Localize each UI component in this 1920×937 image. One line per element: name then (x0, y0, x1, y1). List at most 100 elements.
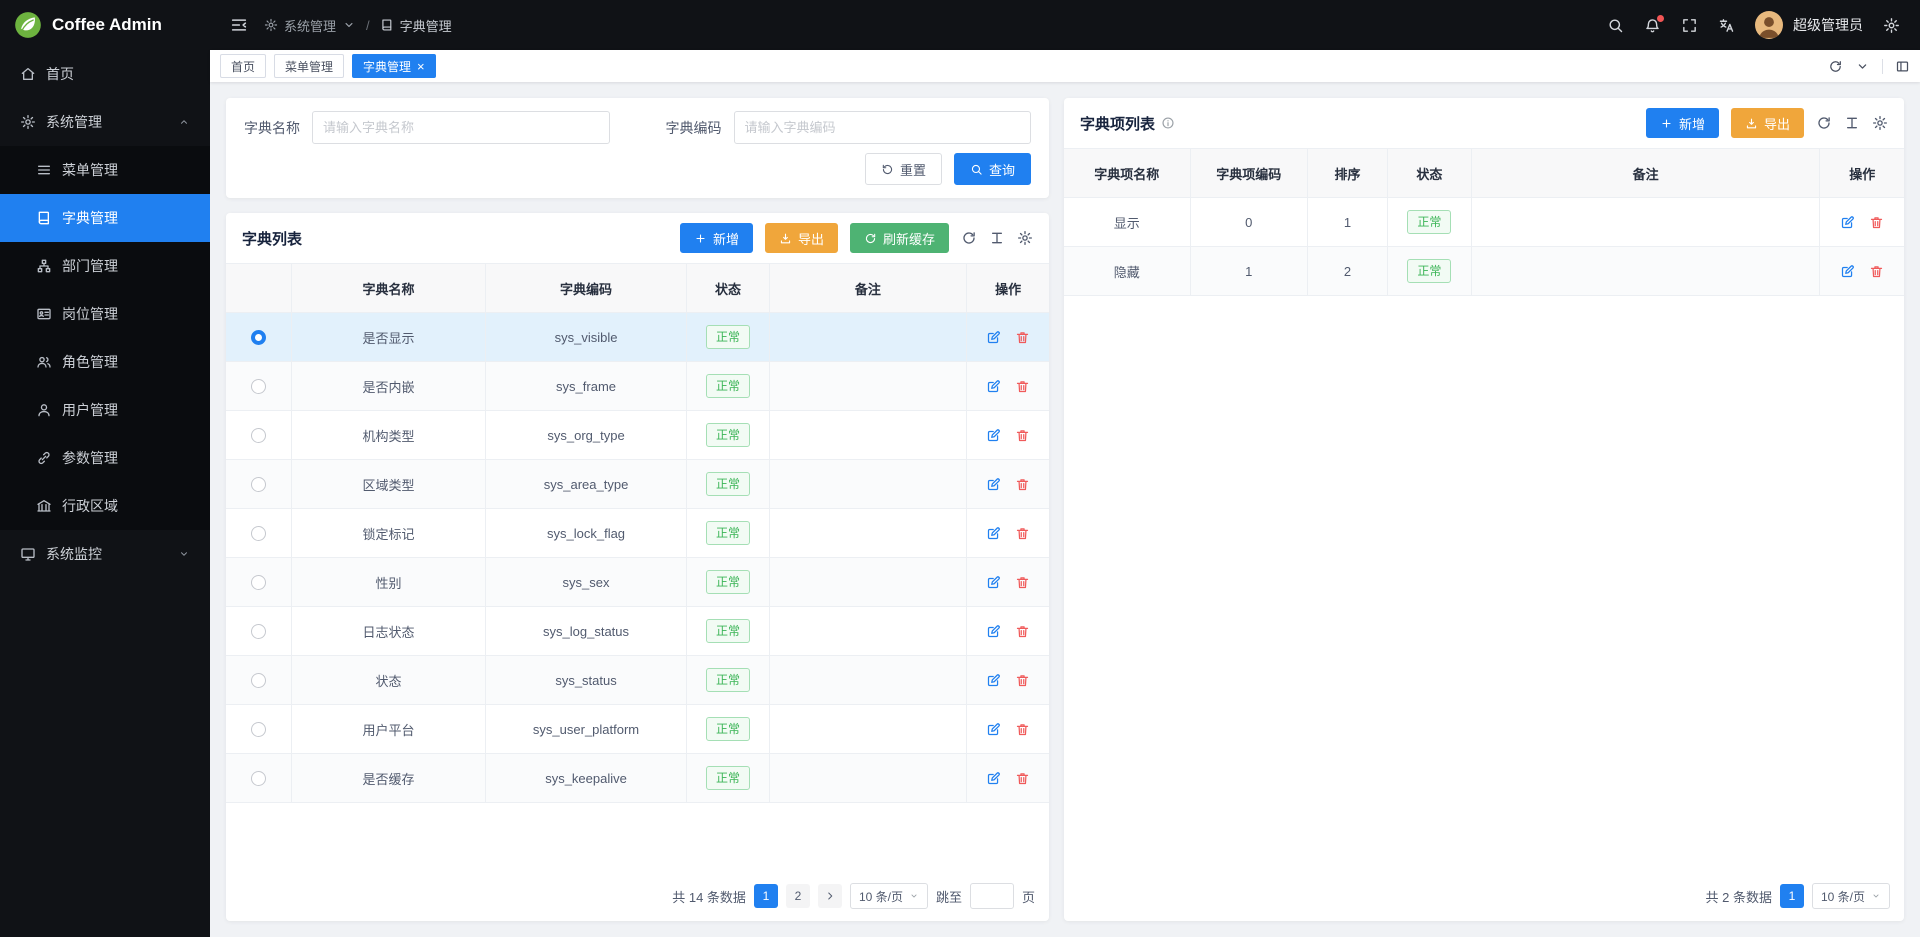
row-select-radio[interactable] (251, 575, 266, 590)
edit-icon[interactable] (1840, 215, 1855, 230)
edit-icon[interactable] (1840, 264, 1855, 279)
edit-icon[interactable] (986, 526, 1001, 541)
edit-icon[interactable] (986, 722, 1001, 737)
search-icon[interactable] (1607, 17, 1624, 34)
avatar[interactable] (1755, 11, 1783, 39)
dict-item-row[interactable]: 显示01正常 (1064, 198, 1904, 247)
export-button[interactable]: 导出 (765, 223, 838, 253)
row-select-radio[interactable] (251, 477, 266, 492)
edit-icon[interactable] (986, 771, 1001, 786)
delete-icon[interactable] (1015, 477, 1030, 492)
layout-expand-icon[interactable] (1895, 59, 1910, 74)
close-icon[interactable]: × (417, 60, 425, 73)
row-select-radio[interactable] (251, 526, 266, 541)
page-size-select[interactable]: 10 条/页 (850, 883, 928, 909)
density-icon[interactable] (989, 230, 1005, 246)
sidebar-item-region[interactable]: 行政区域 (0, 482, 210, 530)
reset-button[interactable]: 重置 (865, 153, 942, 185)
delete-icon[interactable] (1015, 673, 1030, 688)
chevron-down-icon[interactable] (1855, 59, 1870, 74)
dict-table-row[interactable]: 是否缓存sys_keepalive正常 (226, 754, 1049, 803)
delete-icon[interactable] (1869, 215, 1884, 230)
dict-table-row[interactable]: 区域类型sys_area_type正常 (226, 460, 1049, 509)
status-badge: 正常 (706, 521, 750, 545)
add-button[interactable]: 新增 (1646, 108, 1719, 138)
dict-code-input[interactable] (734, 111, 1032, 144)
edit-icon[interactable] (986, 330, 1001, 345)
dict-table-row[interactable]: 用户平台sys_user_platform正常 (226, 705, 1049, 754)
refresh-icon[interactable] (1816, 115, 1832, 131)
row-select-radio[interactable] (251, 624, 266, 639)
sidebar-group-monitor[interactable]: 系统监控 (0, 530, 210, 578)
query-button[interactable]: 查询 (954, 153, 1031, 185)
page-size-select[interactable]: 10 条/页 (1812, 883, 1890, 909)
settings-gear-icon[interactable] (1883, 17, 1900, 34)
delete-icon[interactable] (1015, 575, 1030, 590)
radio-cell (226, 607, 292, 656)
row-select-radio[interactable] (251, 428, 266, 443)
delete-icon[interactable] (1015, 722, 1030, 737)
edit-icon[interactable] (986, 575, 1001, 590)
export-button[interactable]: 导出 (1731, 108, 1804, 138)
sidebar-group-system[interactable]: 系统管理 (0, 98, 210, 146)
page-button[interactable]: 2 (786, 884, 810, 908)
sidebar-item-dict-mgmt[interactable]: 字典管理 (0, 194, 210, 242)
breadcrumb-system[interactable]: 系统管理 (264, 16, 356, 35)
dict-table-row[interactable]: 是否内嵌sys_frame正常 (226, 362, 1049, 411)
edit-icon[interactable] (986, 624, 1001, 639)
dict-name-input[interactable] (312, 111, 610, 144)
row-select-radio[interactable] (251, 330, 266, 345)
delete-icon[interactable] (1015, 379, 1030, 394)
edit-icon[interactable] (986, 379, 1001, 394)
menu-fold-icon[interactable] (230, 16, 248, 34)
sidebar-item-home[interactable]: 首页 (0, 50, 210, 98)
username[interactable]: 超级管理员 (1793, 15, 1863, 35)
delete-icon[interactable] (1015, 330, 1030, 345)
page-button[interactable]: 1 (754, 884, 778, 908)
fullscreen-icon[interactable] (1681, 17, 1698, 34)
edit-icon[interactable] (986, 673, 1001, 688)
dict-table-row[interactable]: 锁定标记sys_lock_flag正常 (226, 509, 1049, 558)
column-settings-icon[interactable] (1017, 230, 1033, 246)
refresh-icon[interactable] (961, 230, 977, 246)
page-button[interactable]: 1 (1780, 884, 1804, 908)
row-select-radio[interactable] (251, 771, 266, 786)
app-logo[interactable]: Coffee Admin (0, 0, 210, 50)
edit-icon[interactable] (986, 428, 1001, 443)
delete-icon[interactable] (1869, 264, 1884, 279)
row-select-radio[interactable] (251, 722, 266, 737)
sidebar-item-user-mgmt[interactable]: 用户管理 (0, 386, 210, 434)
dict-table-row[interactable]: 性别sys_sex正常 (226, 558, 1049, 607)
dict-item-row[interactable]: 隐藏12正常 (1064, 247, 1904, 296)
dict-table-row[interactable]: 日志状态sys_log_status正常 (226, 607, 1049, 656)
density-icon[interactable] (1844, 115, 1860, 131)
row-select-radio[interactable] (251, 379, 266, 394)
tab-menu-mgmt[interactable]: 菜单管理 (274, 54, 344, 78)
refresh-icon[interactable] (1828, 59, 1843, 74)
dict-table-row[interactable]: 是否显示sys_visible正常 (226, 313, 1049, 362)
jump-page-input[interactable] (970, 883, 1014, 909)
tab-dict-mgmt[interactable]: 字典管理 × (352, 54, 436, 78)
sidebar-item-dept-mgmt[interactable]: 部门管理 (0, 242, 210, 290)
dict-table-row[interactable]: 状态sys_status正常 (226, 656, 1049, 705)
bell-icon[interactable] (1644, 17, 1661, 34)
delete-icon[interactable] (1015, 624, 1030, 639)
refresh-cache-button[interactable]: 刷新缓存 (850, 223, 949, 253)
dict-table-row[interactable]: 机构类型sys_org_type正常 (226, 411, 1049, 460)
edit-icon[interactable] (986, 477, 1001, 492)
delete-icon[interactable] (1015, 771, 1030, 786)
next-page-button[interactable] (818, 884, 842, 908)
sidebar-item-role-mgmt[interactable]: 角色管理 (0, 338, 210, 386)
delete-icon[interactable] (1015, 526, 1030, 541)
row-select-radio[interactable] (251, 673, 266, 688)
add-button[interactable]: 新增 (680, 223, 753, 253)
column-settings-icon[interactable] (1872, 115, 1888, 131)
tab-home[interactable]: 首页 (220, 54, 266, 78)
delete-icon[interactable] (1015, 428, 1030, 443)
status-cell: 正常 (687, 558, 769, 607)
info-icon[interactable] (1161, 116, 1175, 130)
sidebar-item-post-mgmt[interactable]: 岗位管理 (0, 290, 210, 338)
sidebar-item-param-mgmt[interactable]: 参数管理 (0, 434, 210, 482)
translate-icon[interactable] (1718, 17, 1735, 34)
sidebar-item-menu-mgmt[interactable]: 菜单管理 (0, 146, 210, 194)
